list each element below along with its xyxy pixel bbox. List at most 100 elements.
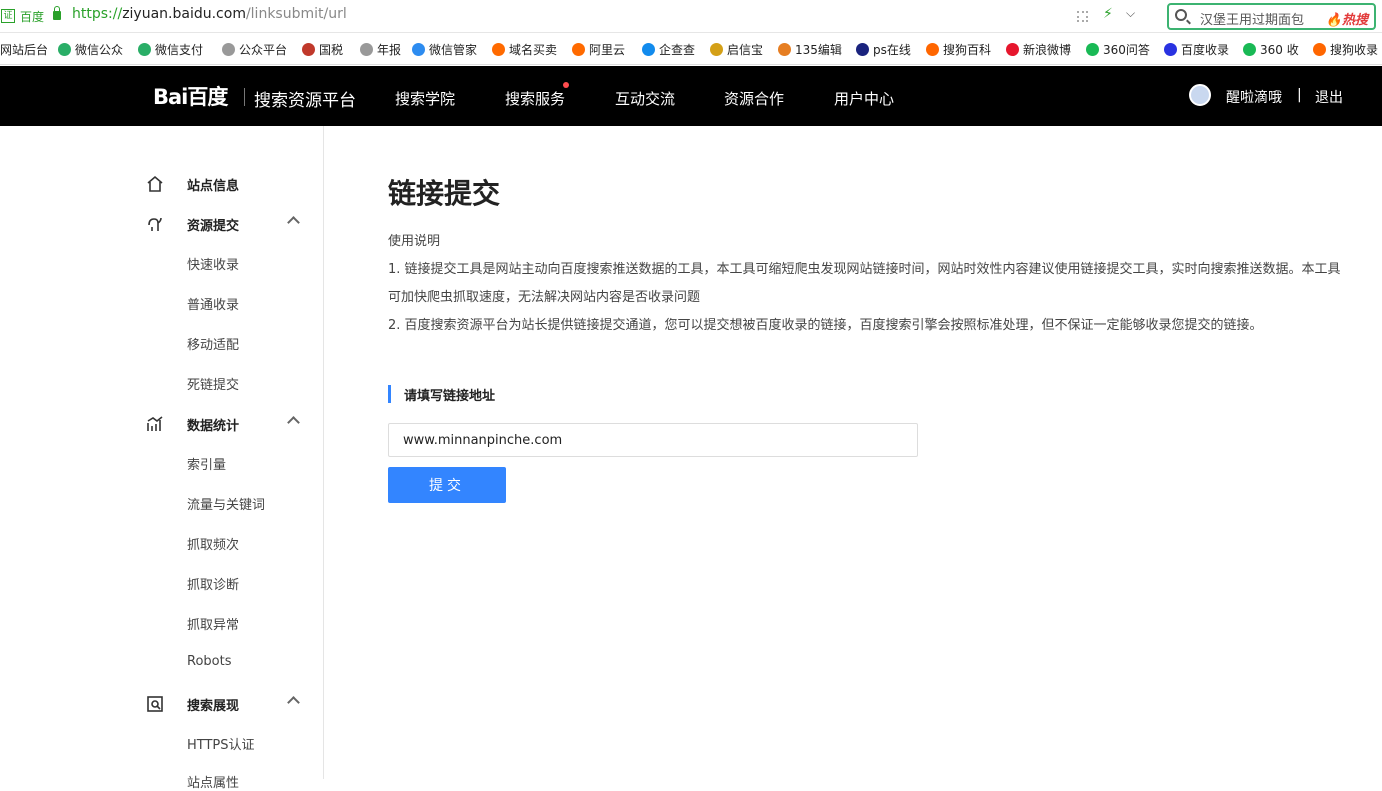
certificate-icon[interactable]: 证 [1, 9, 15, 23]
bookmark-favicon-icon [138, 43, 151, 56]
bookmark-label: 360问答 [1103, 43, 1150, 57]
chevron-up-icon[interactable] [287, 216, 300, 229]
bookmark-favicon-icon [572, 43, 585, 56]
lock-icon [53, 6, 61, 20]
bookmark-item[interactable]: 微信公众 [58, 41, 123, 58]
sidebar-group-label: 站点信息 [187, 179, 240, 194]
bookmark-item[interactable]: 微信管家 [412, 41, 477, 58]
sidebar-item-site-attributes[interactable]: 站点属性 [187, 772, 239, 791]
qr-code-icon[interactable] [1077, 11, 1088, 22]
chevron-up-icon[interactable] [287, 416, 300, 429]
sidebar-item-crawl-diagnosis[interactable]: 抓取诊断 [187, 574, 239, 593]
sidebar-group-label: 搜索展现 [187, 699, 240, 714]
sidebar-group-data-stats[interactable]: 数据统计 [0, 412, 323, 436]
baidu-logo[interactable]: Bai百度 [153, 81, 228, 111]
chart-icon [147, 416, 163, 431]
site-identity-label[interactable]: 百度 [20, 8, 44, 25]
bookmark-item[interactable]: 135编辑 [778, 41, 842, 58]
sidebar-item-quick-index[interactable]: 快速收录 [187, 254, 239, 273]
bookmark-label: 企查查 [659, 43, 696, 57]
bookmark-label: 国税 [319, 43, 344, 57]
bookmark-label: ps在线 [873, 43, 911, 57]
nav-user-center[interactable]: 用户中心 [834, 88, 894, 109]
bookmark-favicon-icon [1313, 43, 1326, 56]
bookmark-item[interactable]: ps在线 [856, 41, 911, 58]
sidebar-item-crawl-errors[interactable]: 抓取异常 [187, 614, 239, 633]
bookmark-item[interactable]: 启信宝 [710, 41, 763, 58]
search-icon [1175, 9, 1187, 21]
sidebar-group-resource-submit[interactable]: 资源提交 [0, 212, 323, 236]
section-accent-bar [388, 385, 391, 403]
user-name[interactable]: 醒啦滴哦 [1226, 87, 1282, 107]
bookmarks-bar: 网站后台 微信公众 微信支付 公众平台 国税 年报 微信管家 域名买卖 阿里云 企查查 启信宝 135… [0, 33, 1382, 65]
top-navigation: Bai百度 搜索资源平台 搜索学院 搜索服务 互动交流 资源合作 用户中心 醒啦… [0, 66, 1382, 126]
bookmark-label: 公众平台 [239, 43, 288, 57]
bookmark-label: 360 收 [1260, 43, 1299, 57]
bookmark-item[interactable]: 阿里云 [572, 41, 625, 58]
sidebar-item-mobile-adapt[interactable]: 移动适配 [187, 334, 239, 353]
bookmark-favicon-icon [1006, 43, 1019, 56]
chevron-down-icon[interactable]: ⌵ [1126, 6, 1135, 21]
sidebar-item-traffic-keywords[interactable]: 流量与关键词 [187, 494, 265, 513]
bookmark-item[interactable]: 搜狗收录 [1313, 41, 1378, 58]
description-heading: 使用说明 [388, 234, 441, 249]
bookmark-label: 域名买卖 [509, 43, 558, 57]
search-display-icon [147, 696, 163, 712]
nav-resource-cooperation[interactable]: 资源合作 [724, 88, 784, 109]
bookmark-item[interactable]: 微信支付 [138, 41, 203, 58]
bookmark-favicon-icon [222, 43, 235, 56]
bookmark-item[interactable]: 搜狗百科 [926, 41, 991, 58]
bookmark-favicon-icon [302, 43, 315, 56]
bookmark-favicon-icon [926, 43, 939, 56]
browser-search-box[interactable]: 汉堡王用过期面包 🔥热搜 [1167, 3, 1376, 30]
nav-search-academy[interactable]: 搜索学院 [395, 88, 455, 109]
sidebar-group-site-info[interactable]: 站点信息 [0, 172, 323, 196]
bookmark-item[interactable]: 国税 [302, 41, 343, 58]
sidebar-item-normal-index[interactable]: 普通收录 [187, 294, 239, 313]
bookmark-item[interactable]: 企查查 [642, 41, 695, 58]
bookmark-label: 微信公众 [75, 43, 124, 57]
nav-search-service[interactable]: 搜索服务 [505, 88, 565, 109]
sidebar-item-crawl-frequency[interactable]: 抓取频次 [187, 534, 239, 553]
bookmark-label: 微信支付 [155, 43, 204, 57]
bookmark-label: 搜狗收录 [1330, 43, 1379, 57]
bookmark-item[interactable]: 年报 [360, 41, 401, 58]
url-scheme: https:// [72, 6, 123, 22]
url-input[interactable] [388, 423, 918, 457]
url-path: /linksubmit/url [245, 6, 347, 22]
sidebar-item-https-auth[interactable]: HTTPS认证 [187, 734, 255, 753]
bookmark-item[interactable]: 公众平台 [222, 41, 287, 58]
bookmark-item[interactable]: 新浪微博 [1006, 41, 1071, 58]
platform-name[interactable]: 搜索资源平台 [254, 86, 356, 111]
sidebar-item-robots[interactable]: Robots [187, 654, 231, 669]
submit-icon [148, 217, 162, 231]
header-separator: | [1297, 87, 1302, 103]
bookmark-item[interactable]: 360问答 [1086, 41, 1150, 58]
bookmark-label: 年报 [377, 43, 402, 57]
bookmark-label: 135编辑 [795, 43, 842, 57]
nav-interaction[interactable]: 互动交流 [615, 88, 675, 109]
usage-description: 使用说明 1. 链接提交工具是网站主动向百度搜索推送数据的工具，本工具可缩短爬虫… [388, 228, 1348, 340]
logout-link[interactable]: 退出 [1315, 87, 1343, 107]
sidebar-group-search-display[interactable]: 搜索展现 [0, 692, 323, 716]
url-field[interactable]: https://ziyuan.baidu.com/linksubmit/url [72, 6, 347, 22]
bookmark-favicon-icon [710, 43, 723, 56]
bookmark-item[interactable]: 域名买卖 [492, 41, 557, 58]
bookmark-item[interactable]: 网站后台 [0, 41, 48, 58]
bookmark-favicon-icon [412, 43, 425, 56]
bookmark-label: 百度收录 [1181, 43, 1230, 57]
bookmark-item[interactable]: 百度收录 [1164, 41, 1229, 58]
lightning-icon[interactable]: ⚡ [1103, 6, 1113, 22]
sidebar-group-label: 资源提交 [187, 219, 240, 234]
sidebar-item-dead-link[interactable]: 死链提交 [187, 374, 239, 393]
submit-button[interactable]: 提交 [388, 467, 506, 503]
description-line-1: 1. 链接提交工具是网站主动向百度搜索推送数据的工具，本工具可缩短爬虫发现网站链… [388, 262, 1341, 305]
section-title: 请填写链接地址 [404, 389, 496, 404]
sidebar-item-index-volume[interactable]: 索引量 [187, 454, 226, 473]
bookmark-item[interactable]: 360 收 [1243, 41, 1299, 58]
hot-search-label: 🔥热搜 [1325, 13, 1368, 28]
search-query-text: 汉堡王用过期面包 [1200, 13, 1305, 28]
bookmark-label: 微信管家 [429, 43, 478, 57]
chevron-up-icon[interactable] [287, 696, 300, 709]
avatar[interactable] [1189, 84, 1211, 106]
